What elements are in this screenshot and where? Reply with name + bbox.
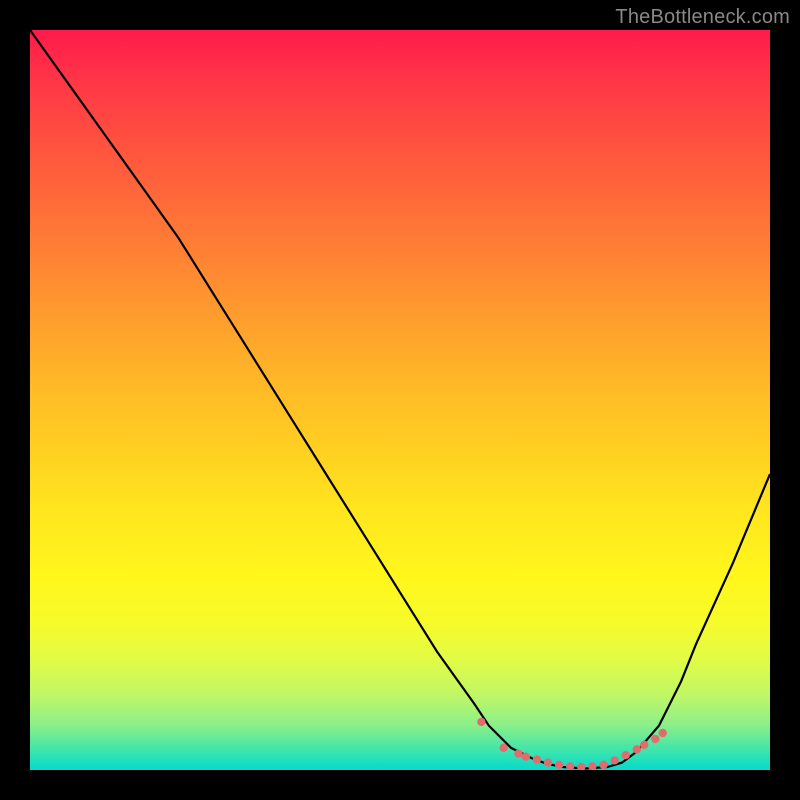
data-dot	[544, 758, 552, 766]
data-dot	[633, 745, 641, 753]
data-dot	[659, 729, 667, 737]
watermark-text: TheBottleneck.com	[615, 6, 790, 29]
plot-area	[30, 30, 770, 770]
bottleneck-curve	[30, 30, 770, 769]
data-dot	[588, 762, 596, 770]
data-dot	[651, 735, 659, 743]
data-dot	[499, 744, 507, 752]
data-dot	[477, 718, 485, 726]
chart-frame: TheBottleneck.com	[0, 0, 800, 800]
data-dot	[555, 761, 563, 769]
data-dot	[610, 756, 618, 764]
data-dot	[622, 751, 630, 759]
chart-svg	[30, 30, 770, 770]
data-dot	[640, 741, 648, 749]
data-dot	[566, 762, 574, 770]
data-dot	[522, 753, 530, 761]
data-dot	[514, 750, 522, 758]
data-dot	[533, 755, 541, 763]
data-dot	[577, 763, 585, 770]
data-dot	[599, 761, 607, 769]
